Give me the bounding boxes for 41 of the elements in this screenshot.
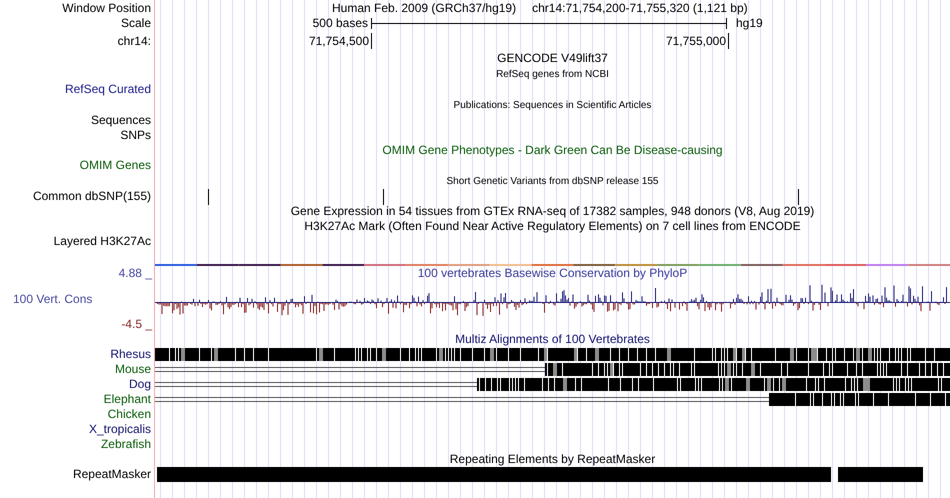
axis-label: 4.88 _ xyxy=(118,266,154,281)
track-label: X_tropicalis xyxy=(88,422,152,436)
ruler-tick xyxy=(371,33,372,49)
assembly-code: hg19 xyxy=(735,16,763,31)
row-label: Scale xyxy=(120,16,152,30)
row-label: Window Position xyxy=(62,1,152,15)
track-title: 100 vertebrates Basewise Conservation by PhyloP xyxy=(418,266,688,280)
track-title: Multiz Alignments of 100 Vertebrates xyxy=(455,332,650,346)
track-label: Rhesus xyxy=(110,347,152,361)
track-label: SNPs xyxy=(120,128,152,142)
ruler-tick xyxy=(728,33,729,49)
track-title: Repeating Elements by RepeatMasker xyxy=(450,452,656,466)
ruler-label: 71,755,000 xyxy=(666,34,727,49)
position-text: chr14:71,754,200-71,755,320 (1,121 bp) xyxy=(532,0,748,16)
track-title: Gene Expression in 54 tissues from GTEx RNA-seq of 17382 samples, 948 donors (V8, Aug 2019) xyxy=(290,204,814,218)
track-label: 100 Vert. Cons xyxy=(12,292,94,306)
track-label: RepeatMasker xyxy=(72,467,152,481)
track-label: OMIM Genes xyxy=(80,158,152,172)
ruler-label: 71,754,500 xyxy=(308,34,370,49)
track-label: Zebrafish xyxy=(100,437,152,451)
variant-mark xyxy=(383,189,384,205)
track-label: RefSeq Curated xyxy=(64,82,152,96)
track-title: H3K27Ac Mark (Often Found Near Active Regulatory Elements) on 7 cell lines from ENCODE xyxy=(304,219,801,233)
track-label: Chicken xyxy=(108,407,152,421)
track-label: Layered H3K27Ac xyxy=(54,234,152,248)
scale-length: 500 bases xyxy=(312,16,369,31)
row-label: chr14: xyxy=(118,34,152,48)
assembly-name: Human Feb. 2009 (GRCh37/hg19) xyxy=(332,0,516,16)
track-label: Elephant xyxy=(104,392,152,406)
track-title: OMIM Gene Phenotypes - Dark Green Can Be Disease-causing xyxy=(382,143,723,157)
track-title: Publications: Sequences in Scientific Articles xyxy=(454,100,652,111)
track-label: Dog xyxy=(128,377,152,391)
variant-mark xyxy=(798,189,799,205)
track-label: Sequences xyxy=(90,113,152,127)
track-label: Mouse xyxy=(114,362,152,376)
track-label: Common dbSNP(155) xyxy=(32,189,152,203)
track-title: RefSeq genes from NCBI xyxy=(496,69,609,80)
track-title: Short Genetic Variants from dbSNP release 155 xyxy=(446,176,658,187)
variant-mark xyxy=(208,189,209,205)
track-title: GENCODE V49lift37 xyxy=(497,51,608,65)
axis-label: -4.5 _ xyxy=(121,317,154,332)
